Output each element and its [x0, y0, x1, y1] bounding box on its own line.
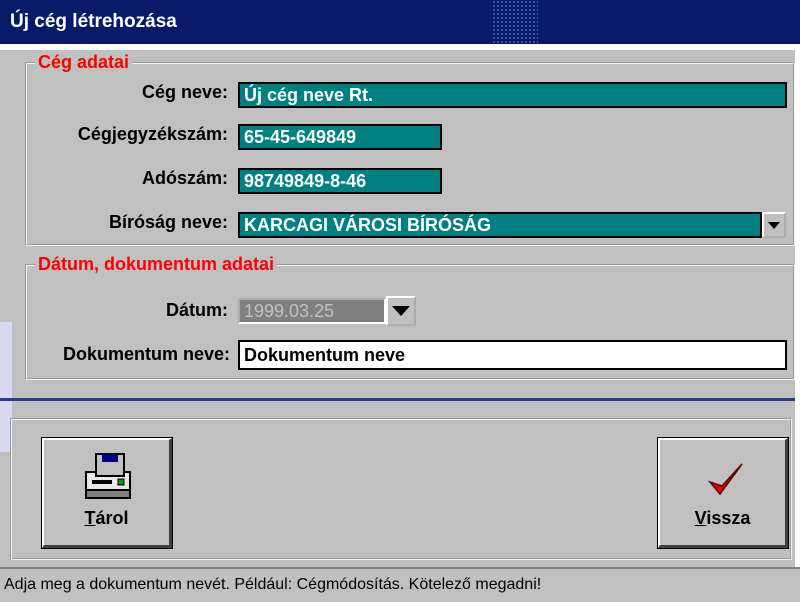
company-name-label: Cég neve: — [141, 82, 228, 102]
date-dropdown-button[interactable] — [386, 296, 416, 326]
company-regno-field[interactable]: 65-45-649849 — [238, 124, 442, 150]
title-bar[interactable]: Új cég létrehozása — [0, 0, 800, 44]
tax-number-field[interactable]: 98749849-8-46 — [238, 168, 442, 194]
checkmark-icon — [707, 463, 743, 496]
window-title: Új cég létrehozása — [10, 11, 177, 32]
store-label-rest: árol — [95, 508, 129, 528]
store-button[interactable]: Tárol — [41, 437, 173, 549]
document-name-label: Dokumentum neve: — [62, 344, 230, 364]
top-strip — [0, 44, 795, 50]
separator-line — [0, 398, 795, 401]
back-label-rest: issza — [706, 508, 751, 528]
company-name-field[interactable]: Új cég neve Rt. — [238, 82, 787, 108]
triangle-down-icon — [392, 306, 410, 316]
date-field: 1999.03.25 — [238, 298, 386, 324]
triangle-down-icon — [768, 221, 780, 229]
court-name-label: Bíróság neve: — [108, 212, 228, 232]
document-name-input[interactable]: Dokumentum neve — [238, 340, 787, 370]
tax-number-label: Adószám: — [141, 168, 228, 188]
court-dropdown-button[interactable] — [762, 212, 786, 238]
status-bar: Adja meg a dokumentum nevét. Például: Cé… — [0, 567, 800, 602]
court-name-select[interactable]: KARCAGI VÁROSI BÍRÓSÁG — [238, 212, 762, 238]
dialog-window: Új cég létrehozása Cég adatai Cég neve: … — [0, 0, 800, 602]
back-button-label: Vissza — [660, 508, 785, 529]
right-strip — [795, 44, 800, 602]
back-accel: V — [694, 508, 707, 528]
company-data-legend: Cég adatai — [38, 52, 130, 72]
back-button[interactable]: Vissza — [657, 437, 789, 549]
status-text: Adja meg a dokumentum nevét. Például: Cé… — [4, 576, 542, 593]
date-document-legend: Dátum, dokumentum adatai — [38, 254, 275, 274]
titlebar-pattern — [492, 0, 538, 44]
store-button-label: Tárol — [44, 508, 169, 529]
disk-drive-icon — [85, 453, 131, 499]
company-regno-label: Cégjegyzékszám: — [77, 124, 228, 144]
store-accel: T — [84, 508, 96, 528]
date-label: Dátum: — [166, 300, 228, 320]
